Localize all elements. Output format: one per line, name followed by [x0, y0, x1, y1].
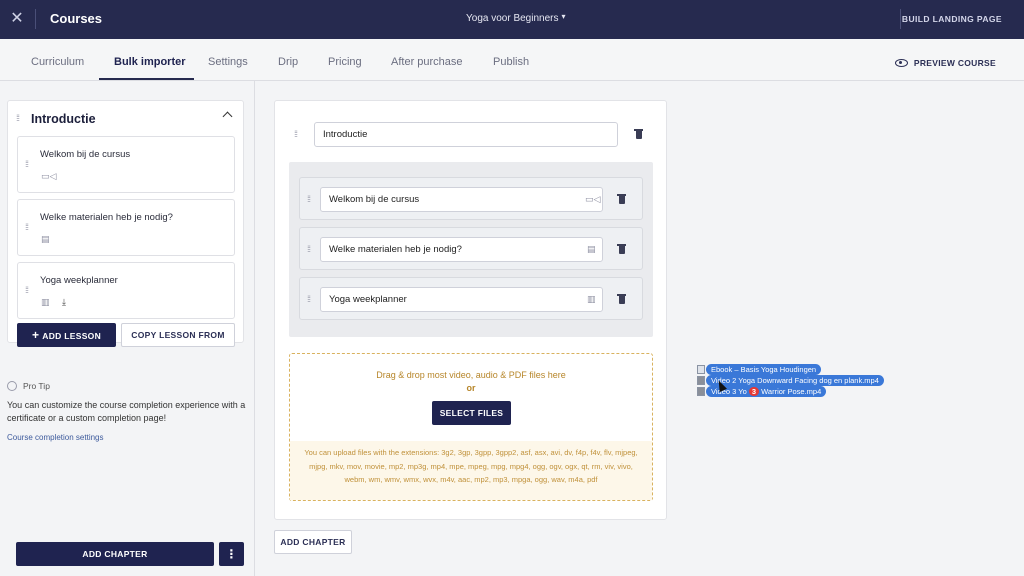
chevron-up-icon[interactable]	[222, 111, 233, 122]
drag-handle-icon[interactable]: ⁞⁞	[294, 130, 298, 139]
drag-handle-icon[interactable]: ⁞⁞	[25, 223, 29, 232]
eye-icon	[894, 59, 908, 67]
document-icon: ▤	[587, 244, 596, 254]
active-tab-indicator	[99, 78, 194, 80]
video-icon: ▭◁	[41, 171, 57, 181]
close-icon[interactable]: ✕	[8, 10, 26, 28]
tab-bulk-importer[interactable]: Bulk importer	[114, 56, 186, 68]
delete-chapter-icon[interactable]	[634, 129, 643, 139]
build-landing-page-button[interactable]: BUILD LANDING PAGE	[902, 14, 1002, 24]
dragged-file-name: Video 3 Yo	[711, 387, 747, 396]
lesson-item[interactable]: ⁞⁞ Yoga weekplanner ▥ ⤓	[17, 262, 235, 319]
preview-course-label: PREVIEW COURSE	[913, 58, 996, 68]
lesson-name: Welkom bij de cursus	[40, 149, 131, 160]
course-selector[interactable]: Yoga voor Beginners ▾	[466, 12, 566, 24]
document-icon: ▤	[41, 234, 50, 244]
pro-tip-text: You can customize the course completion …	[7, 400, 246, 423]
lesson-name: Yoga weekplanner	[40, 275, 118, 286]
delete-lesson-icon[interactable]	[617, 294, 626, 304]
tab-pricing[interactable]: Pricing	[328, 56, 362, 68]
top-bar: ✕ Courses Yoga voor Beginners ▾ BUILD LAN…	[0, 0, 1024, 39]
video-icon: ▭◁	[585, 194, 601, 204]
lesson-row: ⁞⁞ Welkom bij de cursus ▭◁	[299, 177, 643, 220]
preview-course-button[interactable]: PREVIEW COURSE	[894, 58, 996, 68]
dropzone-or: or	[466, 383, 476, 393]
delete-lesson-icon[interactable]	[617, 244, 626, 254]
chapter-card: ⁞⁞ Introductie ⁞⁞ Welkom bij de cursus ▭…	[7, 100, 244, 347]
tab-after-purchase[interactable]: After purchase	[391, 56, 463, 68]
page-title: Courses	[50, 11, 103, 26]
drag-handle-icon[interactable]: ⁞⁞	[25, 160, 29, 169]
tab-settings[interactable]: Settings	[208, 56, 248, 68]
pro-tip-label: Pro Tip	[23, 381, 50, 391]
sidebar: ⁞⁞ Introductie ⁞⁞ Welkom bij de cursus ▭…	[0, 81, 255, 576]
copy-lesson-from-button[interactable]: COPY LESSON FROM	[121, 323, 235, 347]
file-count-badge: 3	[748, 387, 760, 396]
more-options-icon[interactable]: ⋮	[219, 542, 244, 566]
lesson-name-input[interactable]: Welke materialen heb je nodig?	[320, 237, 603, 262]
tab-curriculum[interactable]: Curriculum	[31, 56, 84, 68]
drag-handle-icon[interactable]: ⁞⁞	[25, 286, 29, 295]
delete-lesson-icon[interactable]	[617, 194, 626, 204]
chapter-name-input[interactable]: Introductie	[314, 122, 618, 147]
dragged-file-name: Warrior Pose.mp4	[761, 387, 822, 396]
file-icon: ▥	[587, 294, 596, 304]
pro-tip-heading: Pro Tip	[7, 381, 50, 391]
lesson-name: Welke materialen heb je nodig?	[40, 212, 173, 223]
supported-extensions: You can upload files with the extensions…	[290, 441, 652, 500]
dropzone-instruction: Drag & drop most video, audio & PDF file…	[376, 370, 566, 380]
caret-down-icon: ▾	[561, 12, 566, 21]
tab-bar: Curriculum Bulk importer Settings Drip P…	[0, 39, 1024, 81]
video-file-icon	[697, 376, 705, 385]
chapter-editor: ⁞⁞ Introductie ⁞⁞ Welkom bij de cursus ▭…	[274, 100, 667, 520]
divider	[35, 9, 36, 29]
lesson-row: ⁞⁞ Yoga weekplanner ▥	[299, 277, 643, 320]
tab-drip[interactable]: Drip	[278, 56, 298, 68]
pdf-file-icon	[697, 365, 705, 374]
lesson-name-input[interactable]: Welkom bij de cursus	[320, 187, 603, 212]
drag-handle-icon[interactable]: ⁞⁞	[307, 295, 311, 304]
lesson-name-input[interactable]: Yoga weekplanner	[320, 287, 603, 312]
course-completion-settings-link[interactable]: Course completion settings	[7, 433, 104, 442]
course-name: Yoga voor Beginners	[466, 13, 559, 24]
file-icon: ▥	[41, 297, 50, 307]
lightbulb-icon	[7, 381, 17, 391]
add-chapter-button-main[interactable]: ADD CHAPTER	[274, 530, 352, 554]
add-chapter-button[interactable]: ADD CHAPTER	[16, 542, 214, 566]
divider	[900, 9, 901, 29]
plus-icon: +	[31, 328, 40, 342]
drag-handle-icon[interactable]: ⁞⁞	[307, 245, 311, 254]
dragged-file: Ebook – Basis Yoga Houdingen	[706, 364, 822, 375]
lesson-row: ⁞⁞ Welke materialen heb je nodig? ▤	[299, 227, 643, 270]
dragged-file: Video 2 Yoga Downward Facing dog en plan…	[706, 375, 884, 386]
chapter-title: Introductie	[31, 112, 96, 126]
download-icon[interactable]: ⤓	[62, 297, 66, 308]
lessons-list: ⁞⁞ Welkom bij de cursus ▭◁ ⁞⁞ Welke mate…	[289, 162, 653, 337]
lesson-item[interactable]: ⁞⁞ Welkom bij de cursus ▭◁	[17, 136, 235, 193]
video-file-icon	[697, 387, 705, 396]
drag-handle-icon[interactable]: ⁞⁞	[307, 195, 311, 204]
drag-handle-icon[interactable]: ⁞⁞	[16, 114, 20, 123]
tab-publish[interactable]: Publish	[493, 56, 529, 68]
file-dropzone[interactable]: Drag & drop most video, audio & PDF file…	[289, 353, 653, 501]
add-lesson-label: ADD LESSON	[42, 331, 102, 341]
select-files-button[interactable]: SELECT FILES	[432, 401, 511, 425]
lesson-item[interactable]: ⁞⁞ Welke materialen heb je nodig? ▤	[17, 199, 235, 256]
add-lesson-button[interactable]: + ADD LESSON	[17, 323, 116, 347]
